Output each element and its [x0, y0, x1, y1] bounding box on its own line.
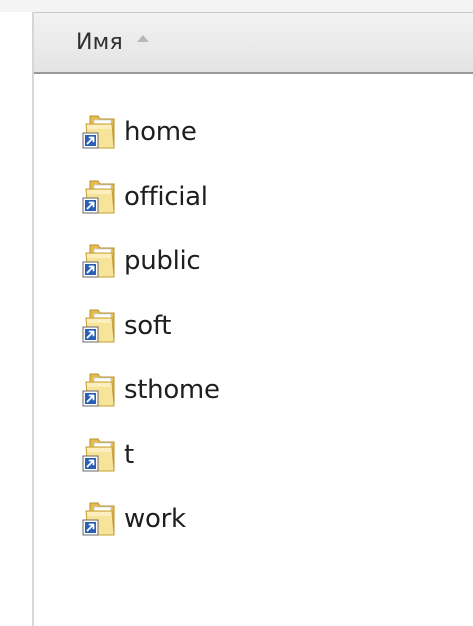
file-name: official [124, 181, 208, 212]
navigation-pane [0, 12, 32, 626]
column-header-label: Имя [76, 30, 123, 55]
list-item[interactable]: home [34, 100, 473, 165]
folder-shortcut-icon [82, 372, 116, 408]
file-name: public [124, 246, 201, 277]
folder-shortcut-icon [82, 114, 116, 150]
folder-shortcut-icon [82, 437, 116, 473]
file-name: soft [124, 310, 172, 341]
file-name: home [124, 117, 197, 148]
file-name: t [124, 439, 134, 470]
list-item[interactable]: public [34, 229, 473, 294]
sort-ascending-icon [136, 35, 149, 42]
file-list: home official public soft sthome t work [34, 100, 473, 552]
folder-shortcut-icon [82, 179, 116, 215]
file-name: sthome [124, 375, 220, 406]
list-item[interactable]: official [34, 165, 473, 230]
folder-shortcut-icon [82, 501, 116, 537]
folder-shortcut-icon [82, 308, 116, 344]
list-item[interactable]: soft [34, 294, 473, 359]
column-header-name[interactable]: Имя [34, 12, 473, 74]
list-item[interactable]: work [34, 487, 473, 552]
explorer-window: Имя home official public soft sthome t w… [0, 0, 473, 626]
folder-shortcut-icon [82, 243, 116, 279]
list-item[interactable]: sthome [34, 358, 473, 423]
list-item[interactable]: t [34, 423, 473, 488]
top-strip [0, 0, 473, 12]
file-name: work [124, 504, 186, 535]
